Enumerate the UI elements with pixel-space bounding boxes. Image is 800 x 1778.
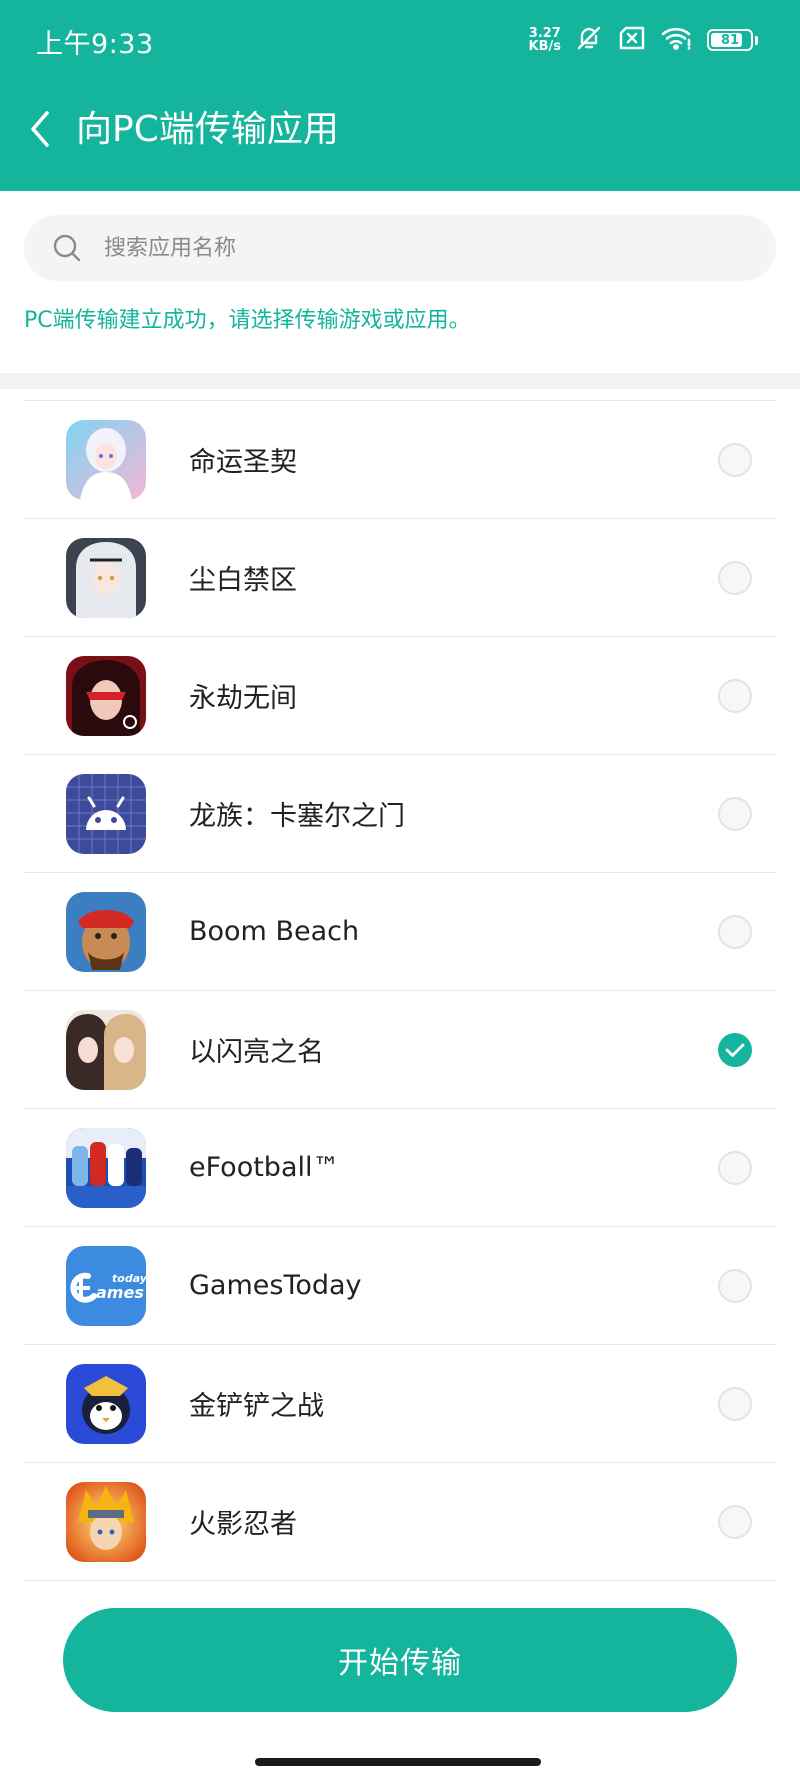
app-row-jinchanchan[interactable]: 金铲铲之战 (24, 1345, 776, 1463)
status-bar: 上午9:33 3.27 KB/s 81 (0, 0, 800, 80)
app-icon-gamestoday: today ames (66, 1246, 146, 1326)
status-icons: 3.27 KB/s 81 (529, 22, 758, 58)
radio-unchecked[interactable] (718, 679, 752, 713)
search-input[interactable] (104, 235, 704, 261)
network-speed: 3.27 KB/s (529, 27, 561, 53)
app-name: 命运圣契 (189, 447, 297, 478)
battery-level: 81 (720, 32, 740, 48)
app-row-mingyun[interactable]: 命运圣契 (24, 401, 776, 519)
app-icon-chenbai (66, 538, 146, 618)
app-row-gamestoday[interactable]: today ames GamesToday (24, 1227, 776, 1345)
app-header: 上午9:33 3.27 KB/s 81 向PC端传输应用 (0, 0, 800, 191)
radio-checked[interactable] (718, 1033, 752, 1067)
app-icon-jinchanchan (66, 1364, 146, 1444)
back-button[interactable] (20, 104, 60, 154)
app-row-efootball[interactable]: eFootball™ (24, 1109, 776, 1227)
radio-unchecked[interactable] (718, 1151, 752, 1185)
app-name: GamesToday (189, 1270, 362, 1301)
checkmark-icon (725, 1043, 745, 1057)
radio-unchecked[interactable] (718, 1269, 752, 1303)
app-row-chenbai[interactable]: 尘白禁区 (24, 519, 776, 637)
app-name: 龙族：卡塞尔之门 (189, 801, 405, 832)
page-title: 向PC端传输应用 (76, 109, 339, 150)
wifi-icon (661, 25, 693, 55)
home-indicator[interactable] (255, 1758, 541, 1766)
radio-unchecked[interactable] (718, 915, 752, 949)
connection-notice: PC端传输建立成功，请选择传输游戏或应用。 (24, 308, 471, 333)
app-name: eFootball™ (189, 1152, 340, 1183)
app-name: 以闪亮之名 (189, 1037, 324, 1068)
radio-unchecked[interactable] (718, 1387, 752, 1421)
radio-unchecked[interactable] (718, 797, 752, 831)
search-bar[interactable] (24, 215, 776, 281)
app-row-yishanliang[interactable]: 以闪亮之名 (24, 991, 776, 1109)
chevron-left-icon (31, 111, 49, 147)
app-name: 永劫无间 (189, 683, 297, 714)
app-row-huoying[interactable]: 火影忍者 (24, 1463, 776, 1581)
app-row-longzu[interactable]: 龙族：卡塞尔之门 (24, 755, 776, 873)
app-name: 尘白禁区 (189, 565, 297, 596)
app-icon-yishanliang (66, 1010, 146, 1090)
app-name: 金铲铲之战 (189, 1391, 324, 1422)
radio-unchecked[interactable] (718, 561, 752, 595)
search-icon (53, 234, 81, 262)
start-transfer-button[interactable]: 开始传输 (63, 1608, 737, 1712)
sim-off-icon (617, 25, 647, 55)
network-speed-unit: KB/s (528, 39, 561, 54)
app-name: 火影忍者 (189, 1509, 297, 1540)
app-row-yongjie[interactable]: 永劫无间 (24, 637, 776, 755)
app-icon-longzu (66, 774, 146, 854)
app-name: Boom Beach (189, 916, 360, 947)
app-icon-efootball (66, 1128, 146, 1208)
app-row-boom-beach[interactable]: Boom Beach (24, 873, 776, 991)
app-icon-mingyun (66, 420, 146, 500)
battery-icon: 81 (707, 29, 758, 51)
notifications-muted-icon (575, 24, 603, 56)
app-list: 命运圣契 尘白禁区 永劫无间 龙族：卡塞尔之门 Boom Beach 以闪亮之名… (24, 400, 776, 1581)
app-icon-boom-beach (66, 892, 146, 972)
section-divider (0, 373, 800, 389)
radio-unchecked[interactable] (718, 1505, 752, 1539)
app-icon-huoying (66, 1482, 146, 1562)
status-time: 上午9:33 (36, 29, 154, 60)
radio-unchecked[interactable] (718, 443, 752, 477)
gamestoday-icon-big-text: ames (96, 1283, 144, 1302)
app-icon-yongjie (66, 656, 146, 736)
